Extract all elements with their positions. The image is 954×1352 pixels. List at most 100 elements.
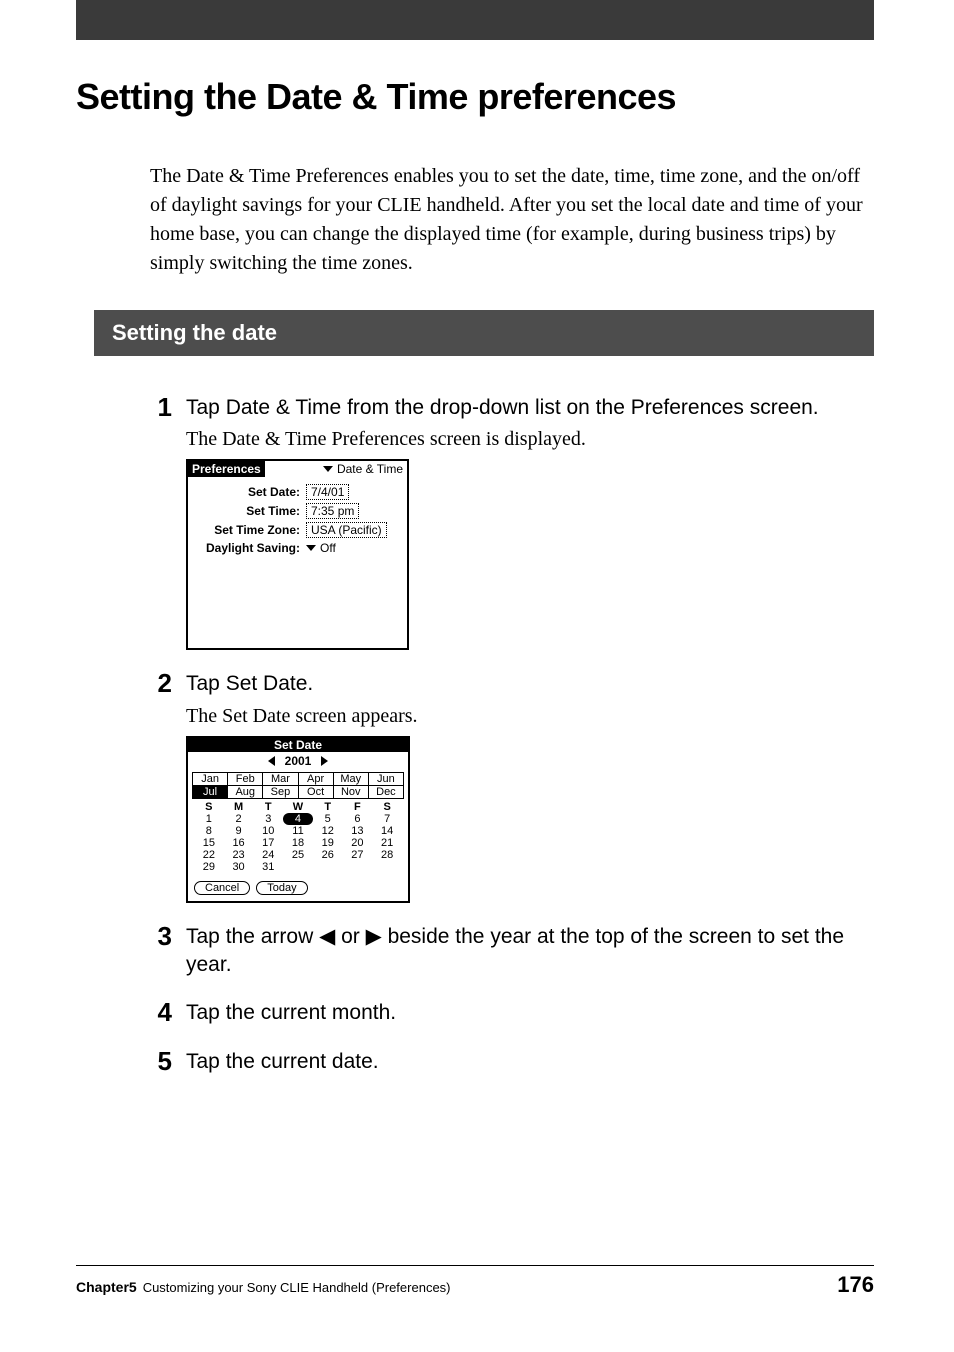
day-of-week-header: S [194, 801, 224, 813]
calendar-day[interactable]: 1 [194, 813, 224, 825]
calendar-day[interactable]: 21 [372, 837, 402, 849]
month-cell[interactable]: Jul [193, 786, 228, 799]
calendar-day[interactable]: 2 [224, 813, 254, 825]
calendar-day[interactable]: 29 [194, 861, 224, 873]
daylight-saving-row: Daylight Saving: Off [194, 541, 401, 555]
cancel-button[interactable]: Cancel [194, 881, 250, 895]
year-next-arrow-icon[interactable] [321, 756, 328, 766]
year-prev-arrow-icon[interactable] [268, 756, 275, 766]
left-arrow-icon: ◀ [319, 925, 335, 948]
step-heading: Tap Date & Time from the drop-down list … [186, 394, 874, 422]
month-cell[interactable]: Nov [334, 786, 369, 799]
footer-page-number: 176 [837, 1272, 874, 1298]
prefs-category-dropdown[interactable]: Date & Time [323, 462, 403, 476]
set-date-title: Set Date [188, 738, 408, 752]
step-heading: Tap the current date. [186, 1048, 874, 1076]
step-heading: Tap the current month. [186, 999, 874, 1027]
prefs-title: Preferences [188, 461, 265, 477]
calendar-day[interactable]: 12 [313, 825, 343, 837]
day-of-week-header: M [224, 801, 254, 813]
steps-container: 1 Tap Date & Time from the drop-down lis… [150, 394, 874, 1076]
chevron-down-icon [323, 466, 333, 472]
calendar-day[interactable]: 26 [313, 849, 343, 861]
day-of-week-header: T [253, 801, 283, 813]
set-time-row: Set Time: 7:35 pm [194, 503, 401, 519]
step-2: 2 Tap Set Date. The Set Date screen appe… [150, 670, 874, 902]
year-row: 2001 [188, 752, 408, 770]
step-1: 1 Tap Date & Time from the drop-down lis… [150, 394, 874, 650]
calendar-day[interactable]: 14 [372, 825, 402, 837]
calendar-day[interactable]: 19 [313, 837, 343, 849]
year-label: 2001 [285, 754, 312, 768]
calendar-day[interactable]: 23 [224, 849, 254, 861]
month-grid: JanFebMarAprMayJun JulAugSepOctNovDec [192, 772, 404, 799]
calendar-day[interactable]: 20 [343, 837, 373, 849]
step-number: 5 [150, 1048, 172, 1074]
footer-chapter: Chapter5 [76, 1279, 137, 1295]
prefs-category-label: Date & Time [337, 462, 403, 476]
step-heading: Tap the arrow ◀ or ▶ beside the year at … [186, 923, 874, 980]
section-heading: Setting the date [94, 310, 874, 356]
set-time-label: Set Time: [194, 504, 300, 518]
set-timezone-selector[interactable]: USA (Pacific) [306, 522, 387, 538]
today-button[interactable]: Today [256, 881, 307, 895]
month-cell[interactable]: Jun [369, 773, 404, 786]
day-of-week-header: T [313, 801, 343, 813]
daylight-saving-value: Off [320, 541, 336, 555]
calendar-day[interactable]: 18 [283, 837, 313, 849]
set-date-screenshot: Set Date 2001 JanFebMarAprMayJun JulAugSe… [186, 736, 410, 903]
calendar-day[interactable]: 24 [253, 849, 283, 861]
month-cell[interactable]: Sep [263, 786, 298, 799]
month-cell[interactable]: Oct [299, 786, 334, 799]
calendar-day[interactable]: 8 [194, 825, 224, 837]
month-cell[interactable]: Jan [193, 773, 228, 786]
page-title: Setting the Date & Time preferences [76, 76, 954, 118]
step-subtext: The Set Date screen appears. [186, 705, 874, 728]
daylight-saving-dropdown[interactable]: Off [306, 541, 336, 555]
day-of-week-header: F [343, 801, 373, 813]
day-of-week-header: W [283, 801, 313, 813]
set-timezone-label: Set Time Zone: [194, 523, 300, 537]
intro-paragraph: The Date & Time Preferences enables you … [150, 162, 874, 278]
set-date-selector[interactable]: 7/4/01 [306, 484, 349, 500]
step-3: 3 Tap the arrow ◀ or ▶ beside the year a… [150, 923, 874, 980]
month-cell[interactable]: May [334, 773, 369, 786]
calendar-day[interactable]: 11 [283, 825, 313, 837]
step-subtext: The Date & Time Preferences screen is di… [186, 428, 874, 451]
calendar-day[interactable]: 7 [372, 813, 402, 825]
month-cell[interactable]: Feb [228, 773, 263, 786]
calendar-day[interactable]: 22 [194, 849, 224, 861]
calendar-day[interactable]: 10 [253, 825, 283, 837]
daylight-saving-label: Daylight Saving: [194, 541, 300, 555]
chevron-down-icon [306, 545, 316, 551]
calendar-day[interactable]: 31 [253, 861, 283, 873]
calendar-day[interactable]: 25 [283, 849, 313, 861]
set-date-label: Set Date: [194, 485, 300, 499]
step-5: 5 Tap the current date. [150, 1048, 874, 1076]
calendar-day[interactable]: 13 [343, 825, 373, 837]
step-number: 1 [150, 394, 172, 420]
calendar-day[interactable]: 4 [283, 813, 313, 825]
calendar-day[interactable]: 17 [253, 837, 283, 849]
calendar-day[interactable]: 9 [224, 825, 254, 837]
calendar-day[interactable]: 28 [372, 849, 402, 861]
step-number: 2 [150, 670, 172, 696]
set-time-selector[interactable]: 7:35 pm [306, 503, 359, 519]
calendar-day[interactable]: 16 [224, 837, 254, 849]
header-band [76, 0, 874, 40]
calendar-day[interactable]: 6 [343, 813, 373, 825]
month-cell[interactable]: Aug [228, 786, 263, 799]
step-number: 4 [150, 999, 172, 1025]
month-cell[interactable]: Dec [369, 786, 404, 799]
calendar-day[interactable]: 15 [194, 837, 224, 849]
calendar-day[interactable]: 27 [343, 849, 373, 861]
set-date-row: Set Date: 7/4/01 [194, 484, 401, 500]
month-cell[interactable]: Mar [263, 773, 298, 786]
calendar-day[interactable]: 3 [253, 813, 283, 825]
right-arrow-icon: ▶ [366, 925, 382, 948]
page-footer: Chapter5 Customizing your Sony CLIE Hand… [76, 1265, 874, 1298]
calendar-day[interactable]: 30 [224, 861, 254, 873]
preferences-screenshot: Preferences Date & Time Set Date: 7/4/01… [186, 459, 409, 650]
calendar-day[interactable]: 5 [313, 813, 343, 825]
month-cell[interactable]: Apr [299, 773, 334, 786]
